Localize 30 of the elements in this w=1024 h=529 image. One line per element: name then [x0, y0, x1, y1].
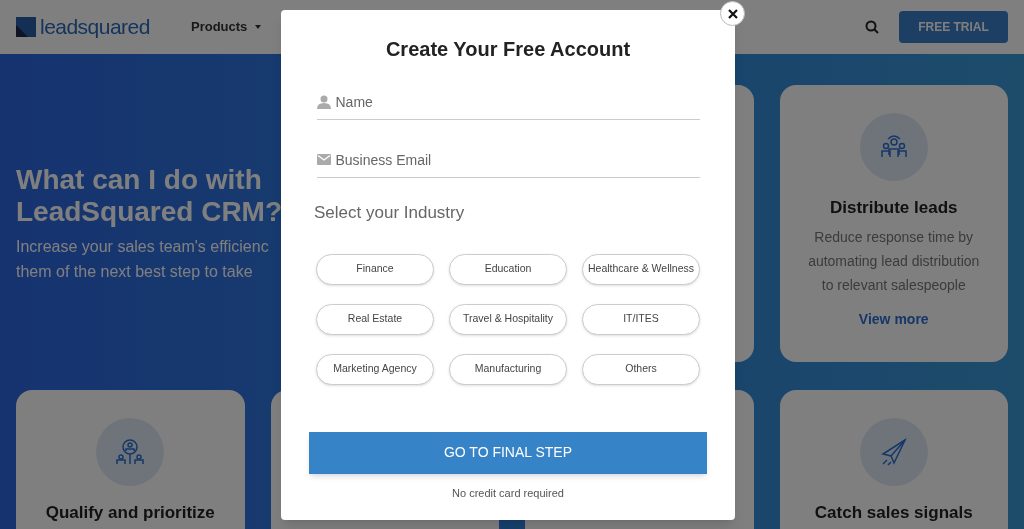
envelope-icon: [316, 154, 331, 165]
products-menu[interactable]: Products: [191, 17, 262, 37]
hero-subtitle: Increase your sales team's efficienc: [16, 236, 269, 257]
industry-option[interactable]: Travel & Hospitality: [449, 303, 567, 335]
search-icon[interactable]: [865, 20, 879, 34]
industry-option[interactable]: Manufacturing: [449, 353, 567, 385]
industry-option[interactable]: Healthcare & Wellness: [582, 253, 700, 285]
industry-option[interactable]: Others: [582, 353, 700, 385]
hero-subtitle: them of the next best step to take: [16, 261, 253, 282]
dialog-title: Create Your Free Account: [385, 37, 631, 62]
card-title: Catch sales signals: [814, 502, 973, 524]
hero-heading: LeadSquared CRM?: [16, 195, 283, 228]
caret-icon: [255, 25, 262, 29]
credit-card-note: No credit card required: [452, 485, 564, 501]
industry-label: Select your Industry: [314, 202, 465, 224]
card-description: Reduce response time by automating lead distribution to relevant salespeople: [807, 227, 981, 295]
name-field[interactable]: Name: [335, 86, 700, 117]
card-title: Distribute leads: [829, 197, 958, 219]
card-title: Qualify and prioritize: [45, 502, 215, 524]
logo-icon: [16, 17, 36, 37]
hero-heading: What can I do with: [16, 163, 262, 196]
email-field[interactable]: Business Email: [335, 144, 700, 175]
industry-option[interactable]: Real Estate: [316, 303, 434, 335]
close-icon: [727, 8, 738, 19]
industry-option[interactable]: Education: [449, 253, 567, 285]
final-step-button[interactable]: GO TO FINAL STEP: [309, 431, 707, 474]
industry-option[interactable]: Marketing Agency: [316, 353, 434, 385]
industry-option[interactable]: Finance: [316, 253, 434, 285]
person-icon: [316, 94, 331, 109]
industry-option[interactable]: IT/ITES: [582, 303, 700, 335]
